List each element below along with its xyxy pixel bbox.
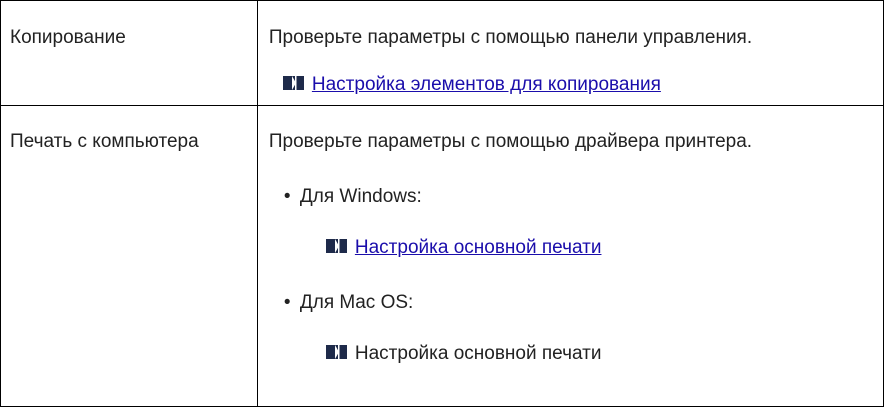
- reference-line-mac: Настройка основной печати: [325, 343, 602, 365]
- copy-settings-link[interactable]: Настройка элементов для копирования: [312, 74, 661, 95]
- reference-line-windows: Настройка основной печати: [325, 237, 602, 259]
- reference-arrow-icon: [325, 238, 347, 253]
- basic-print-setup-link-windows[interactable]: Настройка основной печати: [355, 237, 602, 258]
- table-row-copying: Копирование Проверьте параметры с помощь…: [0, 0, 884, 106]
- basic-print-setup-text-mac: Настройка основной печати: [354, 343, 602, 364]
- table-cell-label: Копирование: [0, 0, 258, 106]
- settings-table: Копирование Проверьте параметры с помощь…: [0, 0, 884, 407]
- reference-arrow-icon: [282, 75, 304, 90]
- table-row-printing: Печать с компьютера Проверьте параметры …: [0, 105, 884, 407]
- os-label-windows: Для Windows:: [299, 186, 422, 207]
- bullet: •: [283, 186, 291, 207]
- table-cell-label: Печать с компьютера: [0, 105, 258, 407]
- row-description-copying: Проверьте параметры с помощью панели упр…: [268, 27, 753, 48]
- reference-arrow-icon: [325, 344, 347, 359]
- row-label-printing: Печать с компьютера: [10, 131, 199, 152]
- table-cell-description: Проверьте параметры с помощью панели упр…: [256, 0, 884, 106]
- os-label-mac: Для Mac OS:: [299, 292, 414, 313]
- list-item-windows: • Для Windows:: [284, 186, 422, 208]
- reference-line-copying: Настройка элементов для копирования: [282, 74, 661, 96]
- list-item-mac: • Для Mac OS:: [284, 292, 413, 314]
- table-cell-description: Проверьте параметры с помощью драйвера п…: [256, 105, 884, 407]
- bullet: •: [283, 292, 291, 313]
- row-description-printing: Проверьте параметры с помощью драйвера п…: [268, 131, 753, 152]
- row-label-copying: Копирование: [10, 27, 126, 48]
